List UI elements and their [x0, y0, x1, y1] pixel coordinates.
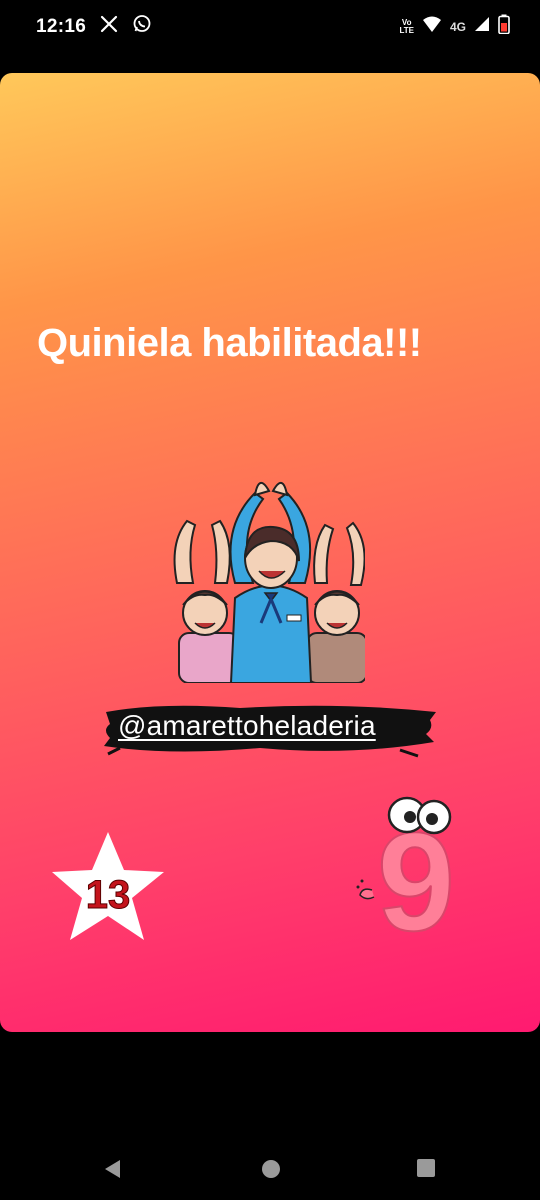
- back-icon: [105, 1160, 120, 1178]
- whatsapp-icon: [132, 14, 152, 39]
- back-button[interactable]: [102, 1158, 122, 1185]
- clock: 12:16: [36, 15, 87, 37]
- headline-text: Quiniela habilitada!!!: [37, 321, 422, 365]
- mention-handle: @amarettoheladeria: [118, 710, 376, 741]
- star-number: 13: [86, 873, 131, 917]
- x-icon: [100, 15, 118, 38]
- number-nine-sticker: 9: [352, 795, 472, 961]
- star-13-sticker: 13: [48, 828, 168, 953]
- recents-icon: [417, 1159, 435, 1177]
- story-card[interactable]: Quiniela habilitada!!! @amarettoheladeri…: [0, 73, 540, 1032]
- volte-indicator: Vo LTE: [399, 17, 414, 35]
- battery-icon: [498, 14, 510, 39]
- network-type: 4G: [449, 19, 466, 34]
- wifi-icon: [422, 15, 442, 38]
- cheering-family-sticker: [165, 433, 368, 688]
- recents-button[interactable]: [416, 1158, 436, 1183]
- mention-sticker[interactable]: @amarettoheladeria: [100, 698, 440, 758]
- status-bar: 12:16 Vo LTE 4G: [0, 0, 540, 56]
- status-right: Vo LTE 4G: [399, 14, 510, 39]
- home-icon: [262, 1160, 280, 1178]
- home-button[interactable]: [260, 1158, 282, 1185]
- status-left: 12:16: [36, 14, 152, 39]
- signal-icon: [474, 16, 490, 37]
